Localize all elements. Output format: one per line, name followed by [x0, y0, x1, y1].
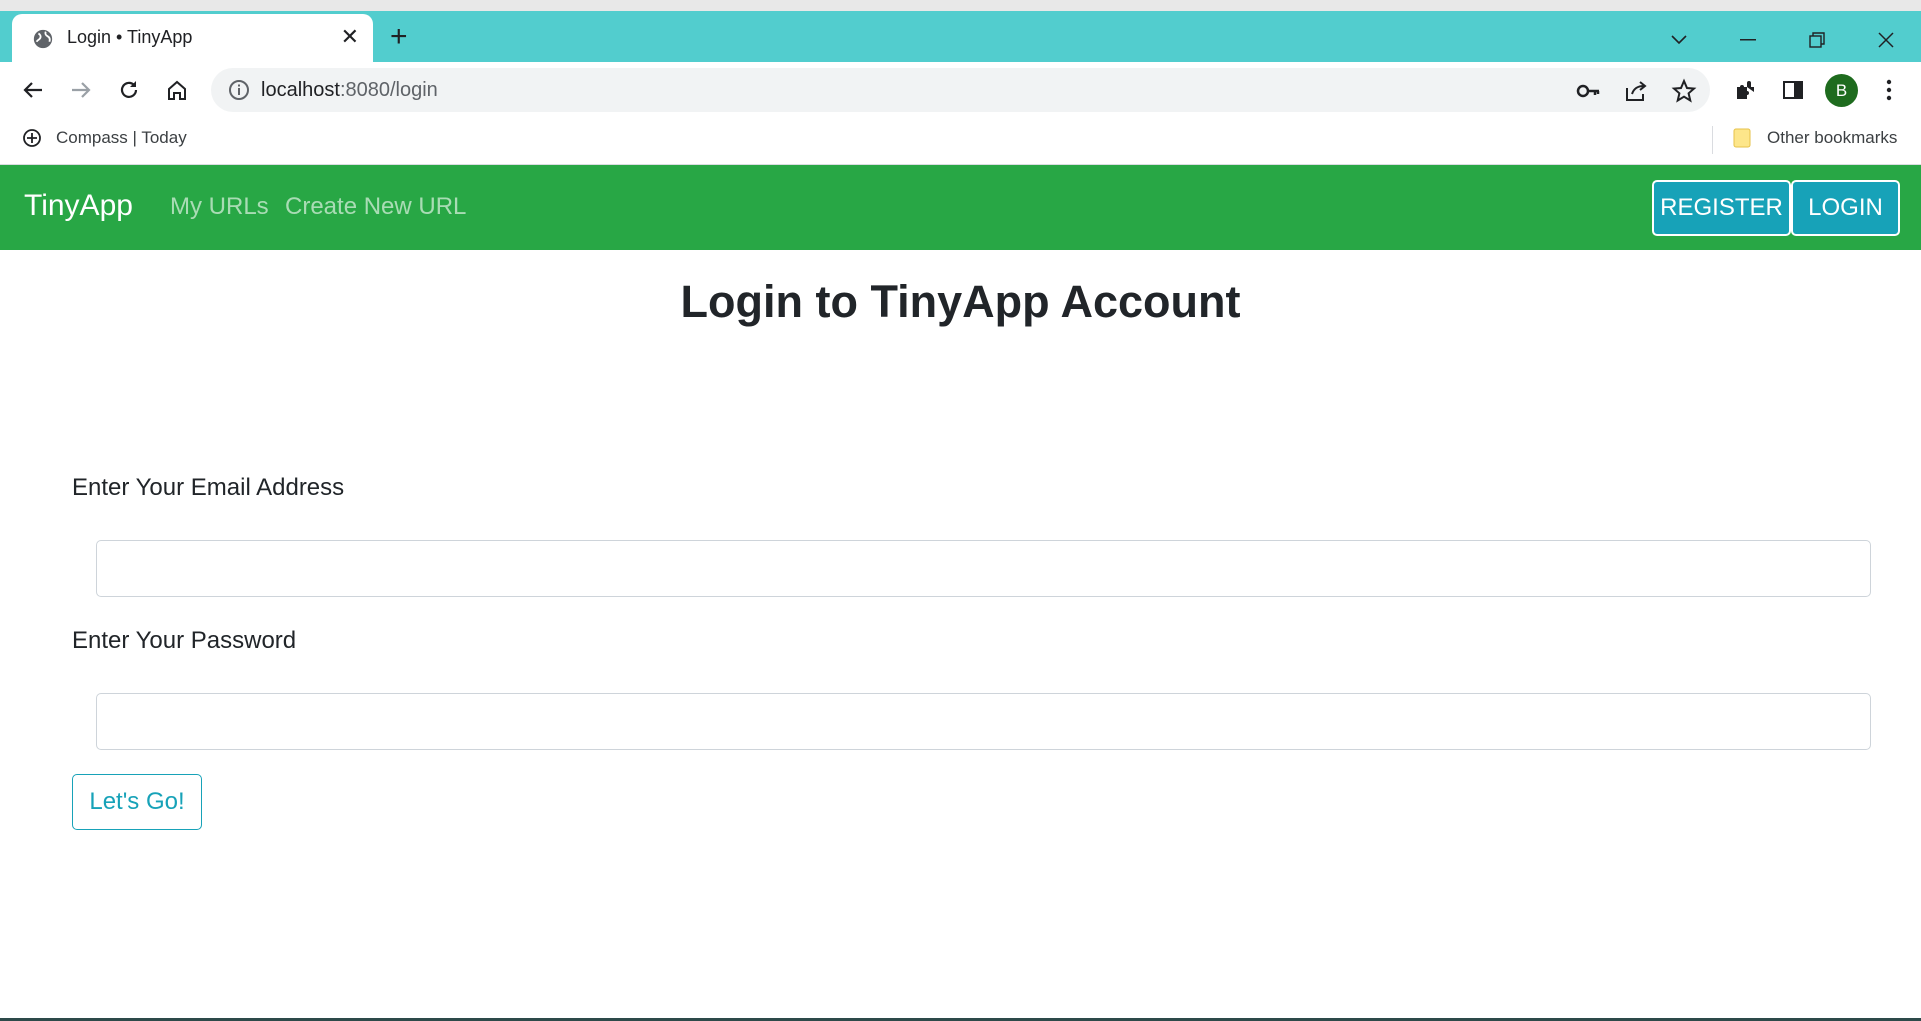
key-icon[interactable]	[1575, 78, 1601, 104]
login-button[interactable]: LOGIN	[1791, 180, 1900, 236]
password-field[interactable]	[96, 693, 1871, 750]
home-icon[interactable]	[161, 74, 193, 106]
profile-avatar[interactable]: B	[1825, 74, 1858, 107]
browser-tab[interactable]: Login • TinyApp ✕	[12, 14, 373, 62]
globe-icon	[33, 29, 53, 49]
site-navbar: TinyApp My URLs Create New URL REGISTER …	[0, 165, 1921, 250]
share-icon[interactable]	[1623, 78, 1649, 104]
email-label: Enter Your Email Address	[72, 474, 345, 501]
browser-toolbar: localhost:8080/login B	[0, 62, 1921, 118]
tab-strip: Login • TinyApp ✕ +	[0, 11, 1921, 62]
url-text: localhost:8080/login	[261, 79, 438, 102]
email-field[interactable]	[96, 540, 1871, 597]
bookmark-star-icon[interactable]	[1671, 78, 1697, 104]
reload-icon[interactable]	[113, 74, 145, 106]
url-path: :8080/login	[339, 79, 438, 101]
tab-close-icon[interactable]: ✕	[341, 24, 359, 50]
bookmarks-separator	[1712, 126, 1713, 154]
forward-icon[interactable]	[65, 74, 97, 106]
bookmark-label: Compass | Today	[56, 128, 187, 147]
register-button[interactable]: REGISTER	[1652, 180, 1791, 236]
tab-title: Login • TinyApp	[67, 27, 193, 47]
bookmarks-bar: Compass | Today Other bookmarks	[0, 118, 1921, 165]
navbar-brand[interactable]: TinyApp	[24, 189, 133, 223]
minimize-icon[interactable]	[1728, 25, 1768, 55]
tab-search-icon[interactable]	[1659, 25, 1699, 55]
compass-icon	[23, 129, 41, 147]
close-window-icon[interactable]	[1866, 25, 1906, 55]
nav-link-create-new-url[interactable]: Create New URL	[285, 193, 466, 221]
password-label: Enter Your Password	[72, 627, 297, 654]
back-icon[interactable]	[17, 74, 49, 106]
new-tab-icon[interactable]: +	[390, 22, 408, 52]
page-title: Login to TinyApp Account	[680, 276, 1241, 327]
submit-button[interactable]: Let's Go!	[72, 774, 202, 830]
other-bookmarks-label: Other bookmarks	[1767, 128, 1898, 147]
site-info-icon[interactable]	[227, 78, 251, 102]
window-top-strip	[0, 0, 1921, 11]
address-bar[interactable]: localhost:8080/login	[211, 68, 1710, 112]
restore-icon[interactable]	[1797, 25, 1837, 55]
bookmark-compass[interactable]: Compass | Today	[22, 128, 187, 148]
nav-link-my-urls[interactable]: My URLs	[170, 193, 269, 221]
url-host: localhost	[261, 79, 340, 101]
extensions-icon[interactable]	[1729, 74, 1761, 106]
other-bookmarks[interactable]: Other bookmarks	[1733, 128, 1897, 148]
menu-icon[interactable]	[1873, 74, 1905, 106]
folder-icon	[1733, 128, 1751, 148]
side-panel-icon[interactable]	[1777, 74, 1809, 106]
